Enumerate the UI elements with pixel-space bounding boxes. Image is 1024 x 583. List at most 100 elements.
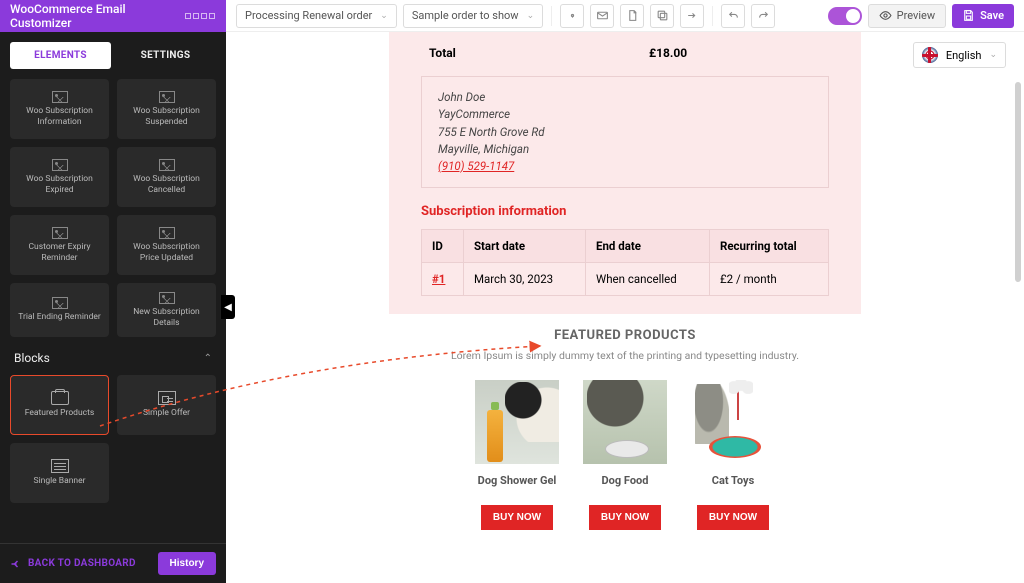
page-icon[interactable] xyxy=(620,4,644,28)
address-street: 755 E North Grove Rd xyxy=(438,124,812,141)
block-label: Featured Products xyxy=(25,408,95,418)
element-label: Trial Ending Reminder xyxy=(18,312,101,322)
featured-title: FEATURED PRODUCTS xyxy=(389,328,861,343)
element-label: Customer Expiry Reminder xyxy=(16,242,103,262)
image-icon xyxy=(52,297,68,309)
live-preview-toggle[interactable] xyxy=(828,7,862,25)
total-label: Total xyxy=(429,46,649,60)
td-end: When cancelled xyxy=(586,263,710,296)
eye-icon xyxy=(879,9,892,22)
product-image xyxy=(475,380,559,464)
td-total: £2 / month xyxy=(709,263,828,296)
image-icon xyxy=(159,292,175,304)
preview-button[interactable]: Preview xyxy=(868,4,946,28)
block-label: Simple Offer xyxy=(143,408,190,418)
product-item: Cat Toys BUY NOW xyxy=(691,380,775,530)
sidebar-collapse-handle[interactable]: ◀ xyxy=(221,295,235,319)
element-woo-sub-cancelled[interactable]: Woo Subscription Cancelled xyxy=(117,147,216,207)
tab-elements[interactable]: ELEMENTS xyxy=(10,42,111,69)
product-image xyxy=(691,380,775,464)
save-button[interactable]: Save xyxy=(952,4,1014,28)
scrollbar[interactable] xyxy=(1015,82,1021,282)
featured-products-icon xyxy=(51,391,69,405)
mail-test-icon[interactable] xyxy=(590,4,614,28)
reset-icon[interactable] xyxy=(680,4,704,28)
product-name: Cat Toys xyxy=(712,474,754,487)
td-start: March 30, 2023 xyxy=(463,263,585,296)
image-icon xyxy=(52,159,68,171)
order-select-value: Sample order to show xyxy=(412,9,519,22)
buy-now-button[interactable]: BUY NOW xyxy=(589,505,661,530)
divider xyxy=(712,6,713,26)
block-featured-products[interactable]: Featured Products xyxy=(10,375,109,435)
subscription-table: ID Start date End date Recurring total #… xyxy=(421,229,829,296)
redo-icon[interactable] xyxy=(751,4,775,28)
chevron-down-icon: ⌄ xyxy=(989,50,997,60)
element-label: New Subscription Details xyxy=(123,307,210,327)
th-total: Recurring total xyxy=(709,230,828,263)
order-select[interactable]: Sample order to show ⌄ xyxy=(403,4,543,28)
history-button[interactable]: History xyxy=(158,552,216,575)
preview-label: Preview xyxy=(897,9,935,22)
back-to-dashboard-link[interactable]: BACK TO DASHBOARD xyxy=(10,558,136,570)
language-label: English xyxy=(946,49,982,62)
product-item: Dog Shower Gel BUY NOW xyxy=(475,380,559,530)
element-label: Woo Subscription Cancelled xyxy=(123,174,210,194)
billing-address: John Doe YayCommerce 755 E North Grove R… xyxy=(421,76,829,188)
save-icon xyxy=(962,9,975,22)
image-icon xyxy=(159,159,175,171)
element-label: Woo Subscription Information xyxy=(16,106,103,126)
product-name: Dog Food xyxy=(602,474,649,487)
block-single-banner[interactable]: Single Banner xyxy=(10,443,109,503)
chevron-down-icon: ⌄ xyxy=(380,11,388,21)
tab-settings[interactable]: SETTINGS xyxy=(115,42,216,69)
section-blocks[interactable]: Blocks ⌃ xyxy=(10,337,216,375)
sidebar: ELEMENTS SETTINGS Woo Subscription Infor… xyxy=(0,32,226,583)
block-simple-offer[interactable]: Simple Offer xyxy=(117,375,216,435)
element-label: Woo Subscription Price Updated xyxy=(123,242,210,262)
layout-grid-icon[interactable] xyxy=(184,12,216,20)
app-title: WooCommerce Email Customizer xyxy=(10,2,164,30)
th-id: ID xyxy=(422,230,464,263)
element-woo-sub-info[interactable]: Woo Subscription Information xyxy=(10,79,109,139)
template-select-value: Processing Renewal order xyxy=(245,9,372,22)
language-select[interactable]: English ⌄ xyxy=(913,42,1006,68)
back-label: BACK TO DASHBOARD xyxy=(28,558,136,569)
element-new-sub-details[interactable]: New Subscription Details xyxy=(117,283,216,337)
image-icon xyxy=(52,91,68,103)
element-woo-sub-suspended[interactable]: Woo Subscription Suspended xyxy=(117,79,216,139)
arrow-left-icon xyxy=(10,558,22,570)
element-label: Woo Subscription Suspended xyxy=(123,106,210,126)
image-icon xyxy=(52,227,68,239)
flag-uk-icon xyxy=(922,47,938,63)
th-end: End date xyxy=(586,230,710,263)
simple-offer-icon xyxy=(158,391,176,405)
info-icon[interactable] xyxy=(560,4,584,28)
divider xyxy=(551,6,552,26)
th-start: Start date xyxy=(463,230,585,263)
featured-desc: Lorem Ipsum is simply dummy text of the … xyxy=(389,349,861,362)
element-trial-ending[interactable]: Trial Ending Reminder xyxy=(10,283,109,337)
subscription-id-link[interactable]: #1 xyxy=(432,272,445,286)
address-name: John Doe xyxy=(438,89,812,106)
element-woo-sub-price-updated[interactable]: Woo Subscription Price Updated xyxy=(117,215,216,275)
address-phone-link[interactable]: (910) 529-1147 xyxy=(438,159,514,173)
buy-now-button[interactable]: BUY NOW xyxy=(697,505,769,530)
subscription-heading: Subscription information xyxy=(389,188,861,229)
save-label: Save xyxy=(980,9,1004,22)
email-canvas: English ⌄ Total £18.00 John Doe YayComme… xyxy=(226,32,1024,583)
chevron-down-icon: ⌄ xyxy=(527,11,535,21)
product-item: Dog Food BUY NOW xyxy=(583,380,667,530)
template-select[interactable]: Processing Renewal order ⌄ xyxy=(236,4,397,28)
buy-now-button[interactable]: BUY NOW xyxy=(481,505,553,530)
undo-icon[interactable] xyxy=(721,4,745,28)
address-company: YayCommerce xyxy=(438,106,812,123)
image-icon xyxy=(159,91,175,103)
featured-products-block[interactable]: FEATURED PRODUCTS Lorem Ipsum is simply … xyxy=(389,314,861,530)
element-woo-sub-expired[interactable]: Woo Subscription Expired xyxy=(10,147,109,207)
copy-icon[interactable] xyxy=(650,4,674,28)
element-customer-expiry[interactable]: Customer Expiry Reminder xyxy=(10,215,109,275)
product-name: Dog Shower Gel xyxy=(478,474,557,487)
product-image xyxy=(583,380,667,464)
element-label: Woo Subscription Expired xyxy=(16,174,103,194)
